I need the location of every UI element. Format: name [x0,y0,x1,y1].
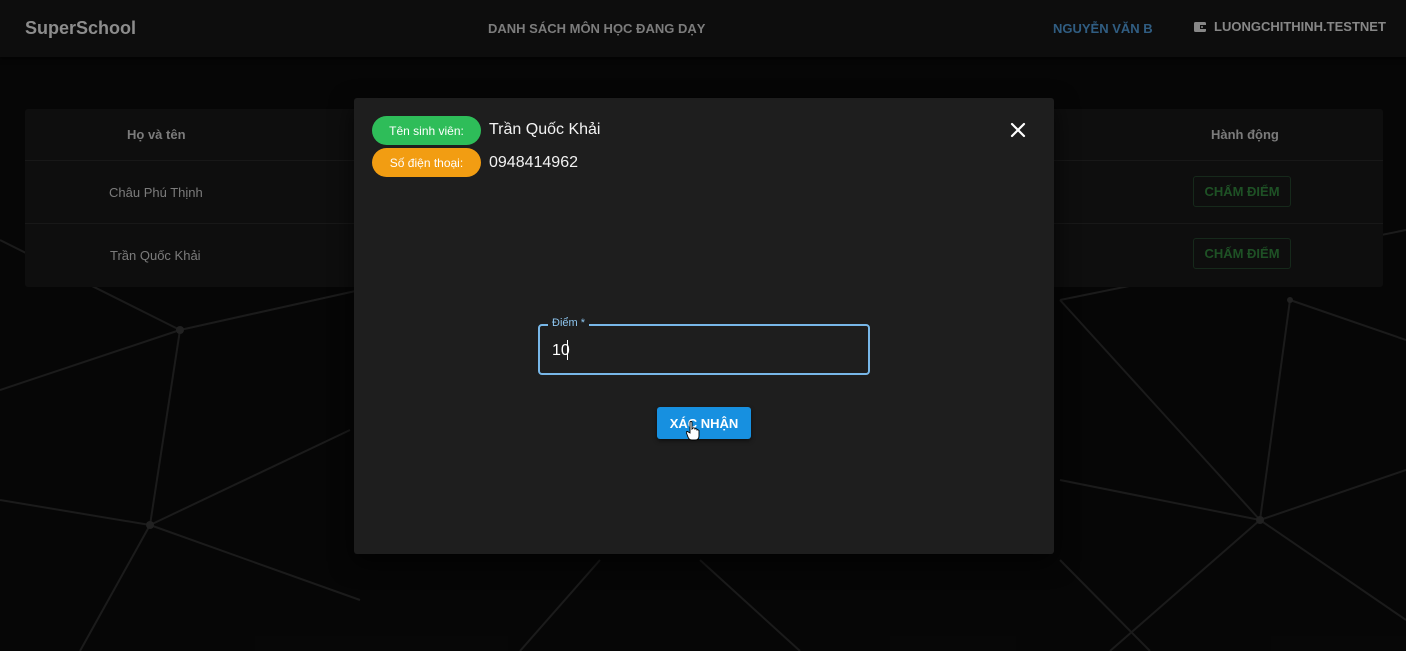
phone-label-badge: Số điện thoại: [372,148,481,177]
student-name-label-badge: Tên sinh viên: [372,116,481,145]
student-name-value: Trần Quốc Khải [489,121,601,138]
close-icon[interactable] [1006,118,1030,142]
score-input[interactable] [550,338,854,364]
phone-value: 0948414962 [489,154,578,171]
app-root: SuperSchool DANH SÁCH MÔN HỌC ĐANG DẠY N… [0,0,1406,651]
grade-dialog: Tên sinh viên: Trần Quốc Khải Số điện th… [354,98,1054,554]
confirm-button[interactable]: XÁC NHẬN [657,407,751,439]
text-caret [567,340,568,360]
score-field: Điểm * [538,317,870,375]
score-field-label: Điểm * [548,317,590,329]
hand-pointer-cursor-icon [686,421,700,441]
